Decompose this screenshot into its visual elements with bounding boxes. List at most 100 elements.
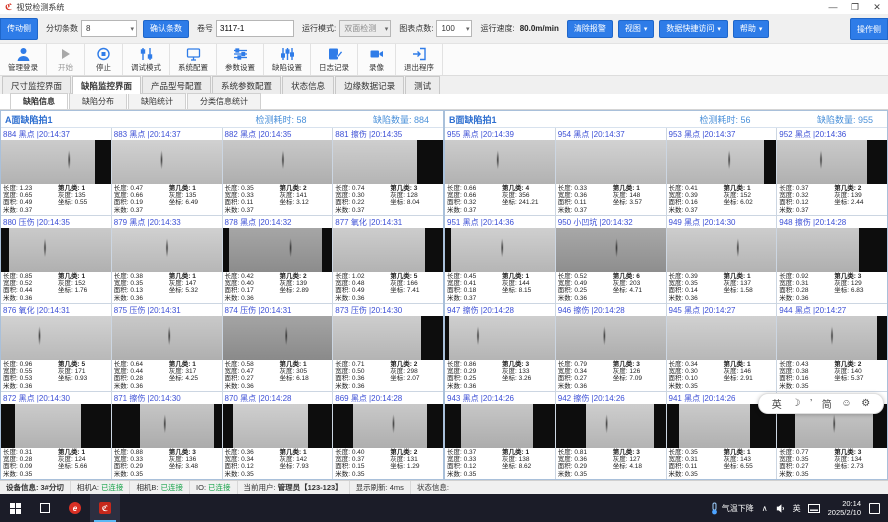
slit-count-select[interactable]: 8▾ <box>81 20 137 37</box>
coord-line: 坐标: 6.18 <box>279 375 330 382</box>
defect-image <box>556 140 666 184</box>
roll-number-input[interactable] <box>216 20 294 37</box>
tab-5[interactable]: 边缘数据记录 <box>335 76 404 94</box>
action-stop-button[interactable]: 停止 <box>85 44 123 75</box>
action-play-button[interactable]: 开始 <box>47 44 85 75</box>
subtab-1[interactable]: 缺陷分布 <box>69 93 127 109</box>
tab-3[interactable]: 系统参数配置 <box>212 76 281 94</box>
subtab-2[interactable]: 缺陷统计 <box>128 93 186 109</box>
action-params-sliders-button[interactable]: 参数设置 <box>217 44 264 75</box>
camera-a-label: 相机A: <box>77 482 99 493</box>
ime-settings-icon[interactable]: ⚙ <box>861 398 870 409</box>
volume-icon[interactable] <box>775 503 786 514</box>
subtab-3[interactable]: 分类信息统计 <box>187 93 261 109</box>
defect-measurements: 长度: 0.64宽度: 0.44面积: 0.28米数: 0.36 <box>114 361 169 390</box>
defect-cell-header: 881 擦伤 |20:14:35 <box>333 128 443 140</box>
ime-apostrophe[interactable]: ’ <box>810 398 812 409</box>
run-mode-select[interactable]: 双面检测▾ <box>339 20 391 37</box>
maximize-button[interactable]: ❐ <box>844 0 866 14</box>
defect-cell[interactable]: 948 擦伤 |20:14:28长度: 0.92宽度: 0.31面积: 0.28… <box>777 216 887 303</box>
task-view-button[interactable] <box>30 494 60 522</box>
red-app-icon: e <box>69 502 81 514</box>
clock[interactable]: 20:14 2025/2/10 <box>828 499 861 517</box>
operator-side-button[interactable]: 操作侧 <box>850 18 888 40</box>
defect-info: 长度: 0.58宽度: 0.47面积: 0.27米数: 0.36第几类: 1灰度… <box>223 360 333 391</box>
defect-cell[interactable]: 869 黑点 |20:14:28长度: 0.40宽度: 0.37面积: 0.15… <box>333 392 443 479</box>
action-user-button[interactable]: 管理登录 <box>0 44 47 75</box>
ime-toolbar[interactable]: 英 ☽ ’ 简 ☺ ⚙ <box>758 393 884 414</box>
defect-cell[interactable]: 882 黑点 |20:14:35长度: 0.35宽度: 0.33面积: 0.11… <box>223 128 333 215</box>
defect-cell[interactable]: 879 黑点 |20:14:33长度: 0.38宽度: 0.35面积: 0.13… <box>112 216 222 303</box>
defect-cell[interactable]: 883 黑点 |20:14:37长度: 0.47宽度: 0.66面积: 0.19… <box>112 128 222 215</box>
measure-line: 米数: 0.36 <box>558 295 613 302</box>
help-menu-button[interactable]: 帮助 <box>733 20 770 38</box>
tab-1[interactable]: 缺陷监控界面 <box>72 76 141 94</box>
defect-cell[interactable]: 884 黑点 |20:14:37长度: 1.23宽度: 0.65面积: 0.49… <box>1 128 111 215</box>
measure-line: 面积: 0.11 <box>669 463 724 470</box>
view-menu-button[interactable]: 视图 <box>618 20 655 38</box>
action-center-icon[interactable] <box>869 503 880 514</box>
defect-image <box>112 316 222 360</box>
defect-cell[interactable]: 953 黑点 |20:14:37长度: 0.41宽度: 0.39面积: 0.16… <box>667 128 777 215</box>
defect-cell[interactable]: 873 压伤 |20:14:30长度: 0.71宽度: 0.50面积: 0.36… <box>333 304 443 391</box>
ime-simplified[interactable]: 简 <box>822 396 832 411</box>
defect-cell[interactable]: 881 擦伤 |20:14:35长度: 0.74宽度: 0.30面积: 0.22… <box>333 128 443 215</box>
touch-keyboard-icon[interactable] <box>808 504 820 513</box>
detection-app-button[interactable]: ℭ <box>90 494 120 522</box>
defect-cell[interactable]: 949 黑点 |20:14:30长度: 0.39宽度: 0.35面积: 0.14… <box>667 216 777 303</box>
defect-cell[interactable]: 874 压伤 |20:14:31长度: 0.58宽度: 0.47面积: 0.27… <box>223 304 333 391</box>
defect-cell[interactable]: 870 黑点 |20:14:28长度: 0.36宽度: 0.34面积: 0.12… <box>223 392 333 479</box>
defect-cell[interactable]: 950 小凹坑 |20:14:32长度: 0.52宽度: 0.49面积: 0.2… <box>556 216 666 303</box>
clock-date: 2025/2/10 <box>828 508 861 517</box>
tray-expand-button[interactable]: ∧ <box>762 504 768 513</box>
ime-lang-english[interactable]: 英 <box>772 396 782 411</box>
tab-2[interactable]: 产品型号配置 <box>142 76 211 94</box>
defect-cell[interactable]: 871 擦伤 |20:14:30长度: 0.88宽度: 0.33面积: 0.29… <box>112 392 222 479</box>
drive-side-button[interactable]: 传动侧 <box>0 18 38 40</box>
action-label: 系统配置 <box>178 62 208 73</box>
measure-line: 米数: 0.37 <box>225 207 280 214</box>
close-button[interactable]: ✕ <box>866 0 888 14</box>
clear-alarm-button[interactable]: 清除报警 <box>567 20 613 38</box>
action-camera-button[interactable]: 录像 <box>358 44 396 75</box>
defect-cell[interactable]: 954 黑点 |20:14:37长度: 0.33宽度: 0.36面积: 0.11… <box>556 128 666 215</box>
defect-cell[interactable]: 951 黑点 |20:14:36长度: 0.45宽度: 0.41面积: 0.18… <box>445 216 555 303</box>
defect-image <box>445 316 555 360</box>
tab-0[interactable]: 尺寸监控界面 <box>2 76 71 94</box>
defect-cell[interactable]: 942 擦伤 |20:14:26长度: 0.81宽度: 0.36面积: 0.29… <box>556 392 666 479</box>
defect-cell[interactable]: 946 擦伤 |20:14:28长度: 0.79宽度: 0.34面积: 0.27… <box>556 304 666 391</box>
defect-grid: 884 黑点 |20:14:37长度: 1.23宽度: 0.65面积: 0.49… <box>1 128 443 479</box>
defect-cell[interactable]: 880 压伤 |20:14:35长度: 0.85宽度: 0.52面积: 0.44… <box>1 216 111 303</box>
chart-points-select[interactable]: 100▾ <box>436 20 472 37</box>
defect-cell[interactable]: 947 擦伤 |20:14:28长度: 0.86宽度: 0.29面积: 0.25… <box>445 304 555 391</box>
defect-cell[interactable]: 955 黑点 |20:14:39长度: 0.66宽度: 0.66面积: 0.32… <box>445 128 555 215</box>
tab-6[interactable]: 测试 <box>405 76 440 94</box>
minimize-button[interactable]: — <box>822 0 844 14</box>
defect-cell[interactable]: 952 黑点 |20:14:36长度: 0.37宽度: 0.32面积: 0.12… <box>777 128 887 215</box>
action-label: 开始 <box>58 62 73 73</box>
defect-cell[interactable]: 872 黑点 |20:14:30长度: 0.31宽度: 0.28面积: 0.09… <box>1 392 111 479</box>
ime-emoji-icon[interactable]: ☺ <box>841 398 851 409</box>
defect-cell[interactable]: 875 压伤 |20:14:31长度: 0.64宽度: 0.44面积: 0.28… <box>112 304 222 391</box>
defect-cell[interactable]: 877 氧化 |20:14:31长度: 1.02宽度: 0.48面积: 0.49… <box>333 216 443 303</box>
defect-cell[interactable]: 944 黑点 |20:14:27长度: 0.43宽度: 0.38面积: 0.16… <box>777 304 887 391</box>
confirm-count-button[interactable]: 确认条数 <box>143 20 189 38</box>
action-exit-button[interactable]: 退出程序 <box>396 44 443 75</box>
action-log-button[interactable]: 日志记录 <box>311 44 358 75</box>
ime-moon-icon[interactable]: ☽ <box>791 398 800 409</box>
defect-cell-header: 876 氧化 |20:14:31 <box>1 304 111 316</box>
defect-cell[interactable]: 876 氧化 |20:14:31长度: 0.96宽度: 0.55面积: 0.53… <box>1 304 111 391</box>
defect-cell[interactable]: 945 黑点 |20:14:27长度: 0.34宽度: 0.30面积: 0.10… <box>667 304 777 391</box>
defect-cell[interactable]: 878 黑点 |20:14:32长度: 0.42宽度: 0.40面积: 0.17… <box>223 216 333 303</box>
subtab-0[interactable]: 缺陷信息 <box>10 93 68 109</box>
weather-widget[interactable]: 气温下降 <box>710 502 754 515</box>
pinned-app-button[interactable]: e <box>60 494 90 522</box>
action-defect-sliders-button[interactable]: 缺陷设置 <box>264 44 311 75</box>
defect-cell[interactable]: 943 黑点 |20:14:26长度: 0.37宽度: 0.33面积: 0.12… <box>445 392 555 479</box>
input-language-indicator[interactable]: 英 <box>793 503 801 514</box>
start-button[interactable] <box>0 494 30 522</box>
tab-4[interactable]: 状态信息 <box>282 76 334 94</box>
action-debug-sliders-button[interactable]: 调试模式 <box>123 44 170 75</box>
action-monitor-button[interactable]: 系统配置 <box>170 44 217 75</box>
data-quick-access-button[interactable]: 数据快捷访问 <box>659 20 728 38</box>
